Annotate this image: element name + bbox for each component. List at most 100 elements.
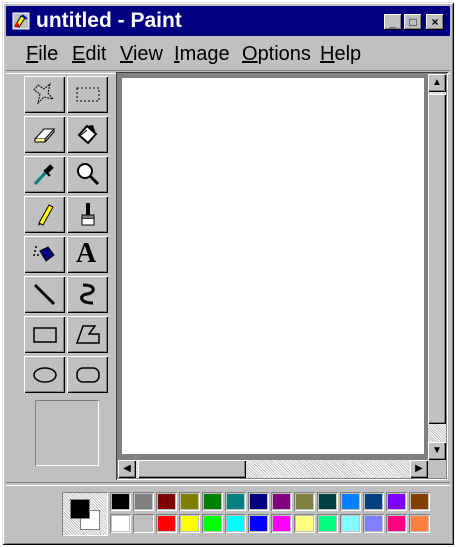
swatch-fill [158,516,175,531]
tool-line[interactable] [24,276,65,313]
maximize-icon: □ [409,15,417,29]
tool-pick-color[interactable] [24,156,65,193]
rectangle-icon [33,327,57,343]
swatch-fill [319,516,336,531]
palette-color-swatch[interactable] [156,514,177,533]
tool-ellipse[interactable] [24,356,65,393]
color-box [6,484,450,540]
horizontal-scroll-thumb[interactable] [138,460,246,478]
horizontal-scrollbar[interactable]: ◀ ▶ [118,460,428,478]
swatch-fill [296,516,313,531]
minimize-button[interactable]: _ [384,14,402,30]
menu-file[interactable]: File [26,42,58,66]
palette-color-swatch[interactable] [225,492,246,511]
palette-color-swatch[interactable] [340,492,361,511]
swatch-fill [204,516,221,531]
swatch-fill [411,494,428,509]
color-picker-icon [33,164,54,186]
palette-color-swatch[interactable] [248,514,269,533]
arrow-left-icon: ◀ [123,463,131,474]
palette-color-swatch[interactable] [271,514,292,533]
line-icon [33,283,56,306]
swatch-fill [158,494,175,509]
swatch-fill [181,494,198,509]
scroll-left-button[interactable]: ◀ [118,460,136,478]
palette-color-swatch[interactable] [133,514,154,533]
palette-color-swatch[interactable] [363,514,384,533]
palette-color-swatch[interactable] [248,492,269,511]
menu-help[interactable]: Help [320,42,361,66]
scroll-down-button[interactable]: ▼ [428,442,446,460]
tool-free-form-select[interactable] [24,76,65,113]
tool-text[interactable]: A [67,236,108,273]
palette-color-swatch[interactable] [386,492,407,511]
tool-fill[interactable] [67,116,108,153]
palette-color-swatch[interactable] [179,492,200,511]
arrow-up-icon: ▲ [432,77,442,88]
maximize-button[interactable]: □ [404,14,422,30]
tool-eraser[interactable] [24,116,65,153]
eraser-icon [33,128,56,143]
menu-image[interactable]: Image [174,42,230,66]
rounded-rectangle-icon [76,367,100,383]
arrow-down-icon: ▼ [432,445,442,456]
palette-color-swatch[interactable] [294,514,315,533]
swatch-fill [250,494,267,509]
tool-rectangle[interactable] [24,316,65,353]
tool-airbrush[interactable] [24,236,65,273]
airbrush-icon [33,246,55,262]
palette-color-swatch[interactable] [409,514,430,533]
current-colors[interactable] [62,492,108,536]
arrow-right-icon: ▶ [415,463,423,474]
tool-options-box[interactable] [35,400,99,466]
foreground-color-swatch [70,499,90,519]
tool-pencil[interactable] [24,196,65,233]
vertical-scrollbar[interactable]: ▲ ▼ [428,74,446,460]
swatch-fill [227,494,244,509]
palette-color-swatch[interactable] [409,492,430,511]
palette-color-swatch[interactable] [317,514,338,533]
tool-box: A [24,76,112,396]
tool-curve[interactable] [67,276,108,313]
tool-rounded-rectangle[interactable] [67,356,108,393]
menu-bar: File Edit View Image Options Help [6,40,450,68]
palette-color-swatch[interactable] [386,514,407,533]
palette-color-swatch[interactable] [317,492,338,511]
palette-color-swatch[interactable] [271,492,292,511]
swatch-fill [204,494,221,509]
title-bar[interactable]: untitled - Paint _ □ × [6,6,450,36]
palette-color-swatch[interactable] [363,492,384,511]
scroll-right-button[interactable]: ▶ [410,460,428,478]
palette-color-swatch[interactable] [294,492,315,511]
drawing-canvas[interactable] [122,78,424,454]
palette-color-swatch[interactable] [340,514,361,533]
menu-options[interactable]: Options [242,42,311,66]
pencil-icon [38,204,54,226]
palette-color-swatch[interactable] [156,492,177,511]
ellipse-icon [33,367,57,383]
tool-magnifier[interactable] [67,156,108,193]
palette-color-swatch[interactable] [225,514,246,533]
tool-rectangle-select[interactable] [67,76,108,113]
palette-color-swatch[interactable] [179,514,200,533]
palette-color-swatch[interactable] [202,492,223,511]
tool-polygon[interactable] [67,316,108,353]
rectangle-select-icon [76,87,100,102]
menu-view[interactable]: View [120,42,163,66]
curve-icon [80,283,95,305]
swatch-fill [296,494,313,509]
swatch-fill [273,494,290,509]
menu-edit[interactable]: Edit [72,42,106,66]
tool-brush[interactable] [67,196,108,233]
swatch-fill [112,494,129,509]
palette-color-swatch[interactable] [110,492,131,511]
brush-icon [81,203,95,226]
close-button[interactable]: × [426,14,444,30]
vertical-scroll-thumb[interactable] [428,94,446,424]
paint-app-icon [12,12,30,30]
swatch-fill [250,516,267,531]
palette-color-swatch[interactable] [202,514,223,533]
palette-color-swatch[interactable] [110,514,131,533]
palette-color-swatch[interactable] [133,492,154,511]
scroll-up-button[interactable]: ▲ [428,74,446,92]
